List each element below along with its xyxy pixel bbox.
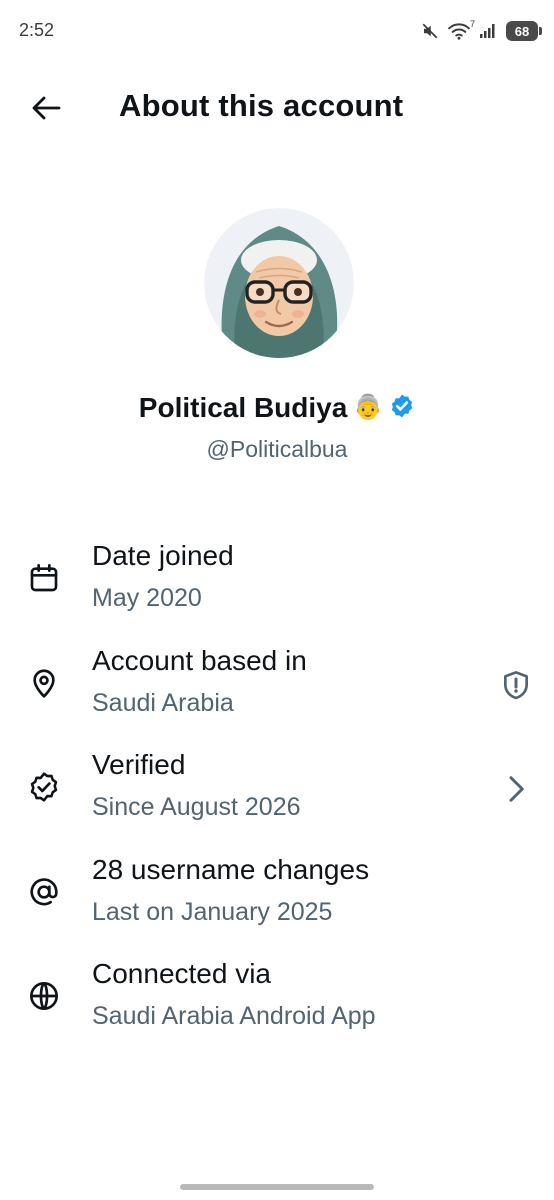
arrow-left-icon	[32, 96, 61, 120]
status-bar: 2:52 7 68	[0, 0, 554, 62]
detail-subtitle: Since August 2026	[92, 793, 301, 821]
wifi-icon: 7	[448, 19, 475, 40]
detail-row-date-joined: Date joined May 2020	[0, 540, 554, 630]
display-name: Political Budiya	[138, 392, 348, 423]
shield-alert-icon[interactable]	[498, 667, 534, 703]
status-icons: 7 68	[421, 19, 542, 42]
signal-icon	[479, 23, 497, 39]
handle: @Politicalbua	[206, 436, 348, 462]
detail-subtitle: May 2020	[92, 584, 202, 612]
detail-title: Account based in	[92, 645, 307, 676]
detail-title: 28 username changes	[92, 854, 370, 885]
calendar-icon	[26, 560, 62, 596]
at-sign-icon	[26, 874, 62, 910]
location-pin-icon	[26, 665, 62, 701]
detail-subtitle: Last on January 2025	[92, 898, 333, 926]
battery-level: 68	[514, 23, 530, 39]
page-title: About this account	[119, 88, 404, 123]
status-time: 2:52	[19, 20, 55, 40]
display-name-row: Political Budiya 👵	[0, 392, 554, 424]
detail-subtitle: Saudi Arabia	[92, 689, 234, 717]
detail-title: Date joined	[92, 540, 234, 571]
home-indicator[interactable]	[180, 1184, 374, 1190]
mute-icon	[421, 22, 439, 40]
detail-row-account-based-in[interactable]: Account based in Saudi Arabia	[0, 645, 554, 735]
wifi-badge: 7	[469, 19, 475, 29]
detail-row-connected-via: Connected via Saudi Arabia Android App	[0, 958, 554, 1048]
header: About this account	[0, 62, 554, 152]
chevron-right-icon[interactable]	[498, 771, 534, 807]
battery-icon: 68	[506, 21, 542, 41]
name-emoji: 👵	[353, 394, 384, 421]
detail-subtitle: Saudi Arabia Android App	[92, 1002, 376, 1030]
globe-icon	[26, 978, 62, 1014]
avatar[interactable]	[204, 208, 354, 358]
back-button[interactable]	[24, 88, 68, 128]
verified-badge-icon	[389, 393, 415, 424]
verified-seal-icon	[26, 769, 62, 805]
detail-title: Verified	[92, 749, 186, 780]
detail-title: Connected via	[92, 958, 272, 989]
detail-row-username-changes: 28 username changes Last on January 2025	[0, 854, 554, 944]
detail-row-verified[interactable]: Verified Since August 2026	[0, 749, 554, 839]
